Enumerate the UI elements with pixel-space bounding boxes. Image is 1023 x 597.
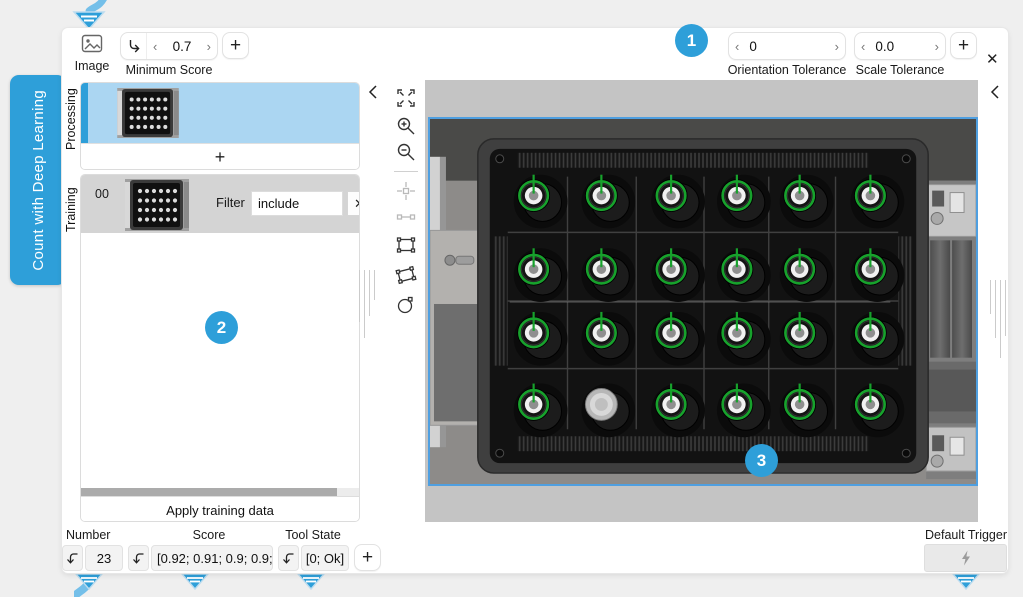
training-list-area[interactable]: 2 — [81, 233, 359, 488]
image-icon — [81, 34, 103, 54]
processing-image-item[interactable] — [81, 83, 359, 143]
default-trigger-label: Default Trigger — [862, 528, 1007, 542]
score-connection-arrow — [180, 572, 210, 592]
orientation-tolerance-label: Orientation Tolerance — [722, 63, 852, 77]
zoom-out-button[interactable] — [394, 140, 418, 164]
minimum-score-increment[interactable]: › — [201, 39, 217, 54]
annotation-badge-2: 2 — [205, 311, 238, 344]
collapse-left-panel-chevron[interactable] — [366, 84, 380, 100]
training-image-item[interactable]: 00 Filter ✕ — [81, 175, 359, 233]
training-section-label: Training — [64, 174, 78, 232]
circle-region-tool-button[interactable] — [394, 293, 418, 317]
number-output-label: Number — [66, 528, 110, 542]
lightning-icon — [960, 550, 972, 566]
scale-tolerance-label: Scale Tolerance — [848, 63, 952, 77]
rectangle-region-tool-button[interactable] — [394, 233, 418, 257]
minimum-score-value[interactable]: 0.7 — [163, 39, 200, 54]
viewer-toolbar — [394, 86, 420, 317]
close-tool-button[interactable]: ✕ — [986, 52, 999, 67]
zoom-in-button[interactable] — [394, 114, 418, 138]
add-processing-image-button[interactable]: + — [81, 143, 359, 170]
score-output-value: [0.92; 0.91; 0.9; 0.9; 0 — [151, 545, 273, 571]
scale-tolerance-value[interactable]: 0.0 — [871, 39, 928, 54]
filter-input[interactable] — [251, 191, 343, 216]
number-connection-arrow — [74, 572, 134, 597]
orientation-tolerance-increment[interactable]: › — [829, 39, 845, 54]
orientation-tolerance-stepper[interactable]: ‹ 0 › — [728, 32, 846, 60]
apply-training-data-button[interactable]: Apply training data — [81, 496, 359, 522]
inspection-image — [430, 119, 976, 484]
number-output-value: 23 — [85, 545, 123, 571]
orientation-tolerance-value[interactable]: 0 — [745, 39, 828, 54]
filter-label: Filter — [216, 195, 245, 210]
scale-tolerance-stepper[interactable]: ‹ 0.0 › — [854, 32, 946, 60]
orientation-tolerance-decrement[interactable]: ‹ — [729, 39, 745, 54]
tool-state-connection-arrow — [296, 572, 326, 592]
processing-image-thumbnail — [115, 88, 181, 138]
tool-tab-label: Count with Deep Learning — [30, 90, 47, 271]
fit-to-screen-button[interactable] — [394, 86, 418, 110]
add-parameter-button-left[interactable]: + — [222, 32, 249, 59]
number-output-pin-icon — [62, 545, 83, 571]
trigger-connection-arrow — [951, 572, 981, 592]
training-item-index: 00 — [95, 187, 109, 201]
annotation-badge-3: 3 — [745, 444, 778, 477]
collapse-right-panel-chevron[interactable] — [988, 84, 1002, 100]
add-parameter-button-right[interactable]: + — [950, 32, 977, 59]
tool-state-output-pin-icon — [278, 545, 299, 571]
tool-state-output-label: Tool State — [278, 528, 348, 542]
training-image-thumbnail — [121, 179, 193, 231]
selection-accent-bar — [81, 83, 88, 143]
processing-panel: + — [80, 82, 360, 170]
rotated-rectangle-region-tool-button[interactable] — [394, 263, 418, 287]
tool-state-output-value: [0; Ok] — [301, 545, 349, 571]
add-output-button[interactable]: + — [354, 544, 381, 571]
processing-section-label: Processing — [64, 82, 78, 150]
score-output-label: Score — [144, 528, 274, 542]
tool-tab-count-with-deep-learning[interactable]: Count with Deep Learning — [10, 75, 66, 285]
minimum-score-pin-icon — [121, 33, 147, 59]
annotation-badge-1: 1 — [675, 24, 708, 57]
score-output-pin-icon — [128, 545, 149, 571]
image-canvas[interactable] — [428, 117, 978, 486]
image-input-button[interactable]: Image — [70, 32, 114, 76]
tool-editor-card: Image ‹ 0.7 › Minimum Score + 1 ‹ 0 › Or… — [62, 28, 1008, 573]
minimum-score-decrement[interactable]: ‹ — [147, 39, 163, 54]
minimum-score-label: Minimum Score — [120, 63, 218, 77]
line-tool-button-disabled — [394, 205, 418, 229]
viewer-toolbar-separator — [394, 171, 418, 172]
default-trigger-button[interactable] — [924, 544, 1007, 572]
image-viewport[interactable]: 3 — [425, 80, 978, 522]
scrollbar-thumb[interactable] — [81, 488, 337, 496]
scale-tolerance-decrement[interactable]: ‹ — [855, 39, 871, 54]
clear-filter-button[interactable]: ✕ — [347, 191, 360, 216]
minimum-score-stepper[interactable]: ‹ 0.7 › — [120, 32, 218, 60]
point-tool-button-disabled — [394, 179, 418, 203]
image-input-label: Image — [70, 59, 114, 73]
scale-tolerance-increment[interactable]: › — [929, 39, 945, 54]
training-horizontal-scrollbar[interactable] — [81, 488, 359, 496]
training-panel: 00 Filter ✕ 2 Apply training data — [80, 174, 360, 522]
